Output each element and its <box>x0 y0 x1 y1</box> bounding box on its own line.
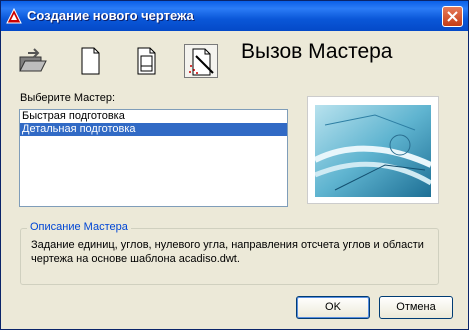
open-folder-icon <box>19 48 47 72</box>
title-bar[interactable]: Создание нового чертежа <box>1 1 468 31</box>
list-item[interactable]: Быстрая подготовка <box>20 110 287 123</box>
blank-document-icon <box>81 47 100 75</box>
create-drawing-dialog: Создание нового чертежа Вызов Мастера Вы… <box>0 0 469 330</box>
wizard-listbox[interactable]: Быстрая подготовка Детальная подготовка <box>19 109 288 207</box>
list-item-selected[interactable]: Детальная подготовка <box>20 123 287 136</box>
wizard-icon <box>189 48 214 76</box>
description-text: Задание единиц, углов, нулевого угла, на… <box>31 239 424 265</box>
autocad-logo-icon <box>6 7 22 24</box>
cancel-button[interactable]: Отмена <box>379 296 453 319</box>
wizard-preview-image <box>307 96 439 204</box>
close-button[interactable] <box>442 6 463 27</box>
close-icon <box>447 11 458 22</box>
page-heading: Вызов Мастера <box>241 40 393 63</box>
start-from-scratch-button[interactable] <box>73 44 107 78</box>
use-wizard-button[interactable] <box>184 44 218 78</box>
blueprint-rolls-image <box>315 105 431 197</box>
window-title: Создание нового чертежа <box>27 8 194 23</box>
template-document-icon <box>137 47 156 75</box>
description-title: Описание Мастера <box>27 221 131 233</box>
open-drawing-button[interactable] <box>16 44 50 78</box>
use-template-button[interactable] <box>129 44 163 78</box>
wizard-list-label: Выберите Мастер: <box>20 92 115 104</box>
ok-button[interactable]: OK <box>296 296 370 319</box>
